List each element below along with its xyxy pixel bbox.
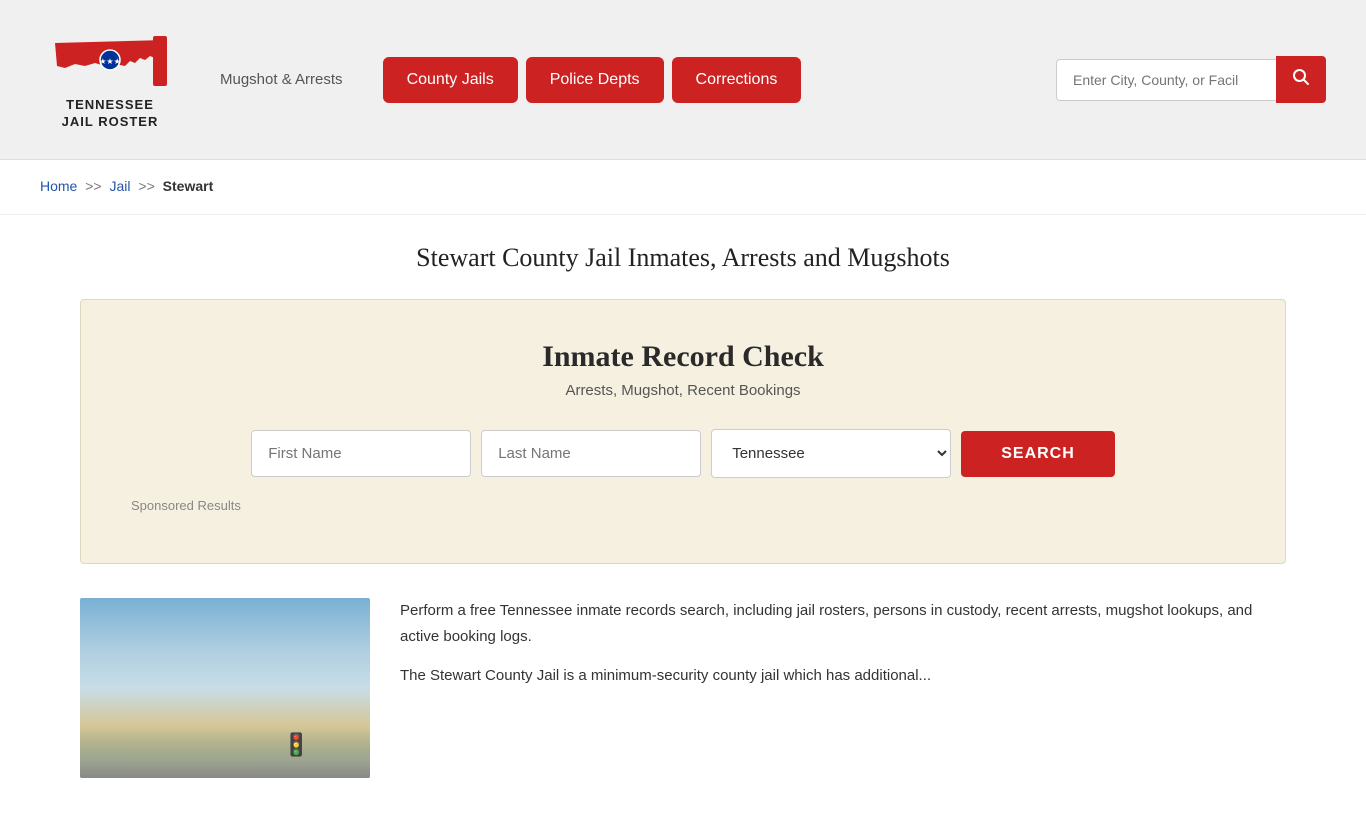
state-select[interactable]: Tennessee bbox=[711, 429, 951, 478]
breadcrumb: Home >> Jail >> Stewart bbox=[40, 178, 213, 194]
breadcrumb-sep1: >> bbox=[85, 178, 101, 194]
breadcrumb-bar: Home >> Jail >> Stewart bbox=[0, 160, 1366, 215]
last-name-input[interactable] bbox=[481, 430, 701, 477]
corrections-button[interactable]: Corrections bbox=[672, 57, 802, 103]
inmate-search-form: Tennessee SEARCH bbox=[121, 429, 1245, 478]
header-search-input[interactable] bbox=[1056, 59, 1276, 101]
inmate-search-button[interactable]: SEARCH bbox=[961, 431, 1115, 477]
page-title: Stewart County Jail Inmates, Arrests and… bbox=[40, 243, 1326, 273]
first-name-input[interactable] bbox=[251, 430, 471, 477]
jail-thumbnail-image bbox=[80, 598, 370, 778]
logo-text: TENNESSEE JAIL ROSTER bbox=[62, 97, 159, 131]
breadcrumb-home[interactable]: Home bbox=[40, 178, 77, 194]
header-search-button[interactable] bbox=[1276, 56, 1326, 103]
description-text: Perform a free Tennessee inmate records … bbox=[400, 598, 1286, 703]
site-header: ★★★ TENNESSEE JAIL ROSTER Mugshot & Arre… bbox=[0, 0, 1366, 160]
record-check-box: Inmate Record Check Arrests, Mugshot, Re… bbox=[80, 299, 1286, 564]
logo-area: ★★★ TENNESSEE JAIL ROSTER bbox=[40, 28, 180, 131]
main-nav: County Jails Police Depts Corrections bbox=[383, 57, 802, 103]
search-icon bbox=[1292, 68, 1310, 86]
description-paragraph-1: Perform a free Tennessee inmate records … bbox=[400, 598, 1286, 649]
bottom-content: Perform a free Tennessee inmate records … bbox=[0, 588, 1366, 818]
svg-text:★★★: ★★★ bbox=[99, 57, 121, 66]
sponsored-label: Sponsored Results bbox=[121, 498, 1245, 513]
mugshot-arrests-link[interactable]: Mugshot & Arrests bbox=[220, 71, 343, 88]
county-jails-button[interactable]: County Jails bbox=[383, 57, 518, 103]
header-search-area bbox=[1056, 56, 1326, 103]
page-title-section: Stewart County Jail Inmates, Arrests and… bbox=[0, 215, 1366, 289]
description-paragraph-2: The Stewart County Jail is a minimum-sec… bbox=[400, 663, 1286, 689]
tennessee-flag-icon: ★★★ bbox=[45, 28, 175, 93]
record-check-subtitle: Arrests, Mugshot, Recent Bookings bbox=[121, 382, 1245, 399]
breadcrumb-jail[interactable]: Jail bbox=[110, 178, 131, 194]
police-depts-button[interactable]: Police Depts bbox=[526, 57, 664, 103]
breadcrumb-sep2: >> bbox=[138, 178, 154, 194]
breadcrumb-current: Stewart bbox=[163, 178, 214, 194]
record-check-title: Inmate Record Check bbox=[121, 340, 1245, 374]
